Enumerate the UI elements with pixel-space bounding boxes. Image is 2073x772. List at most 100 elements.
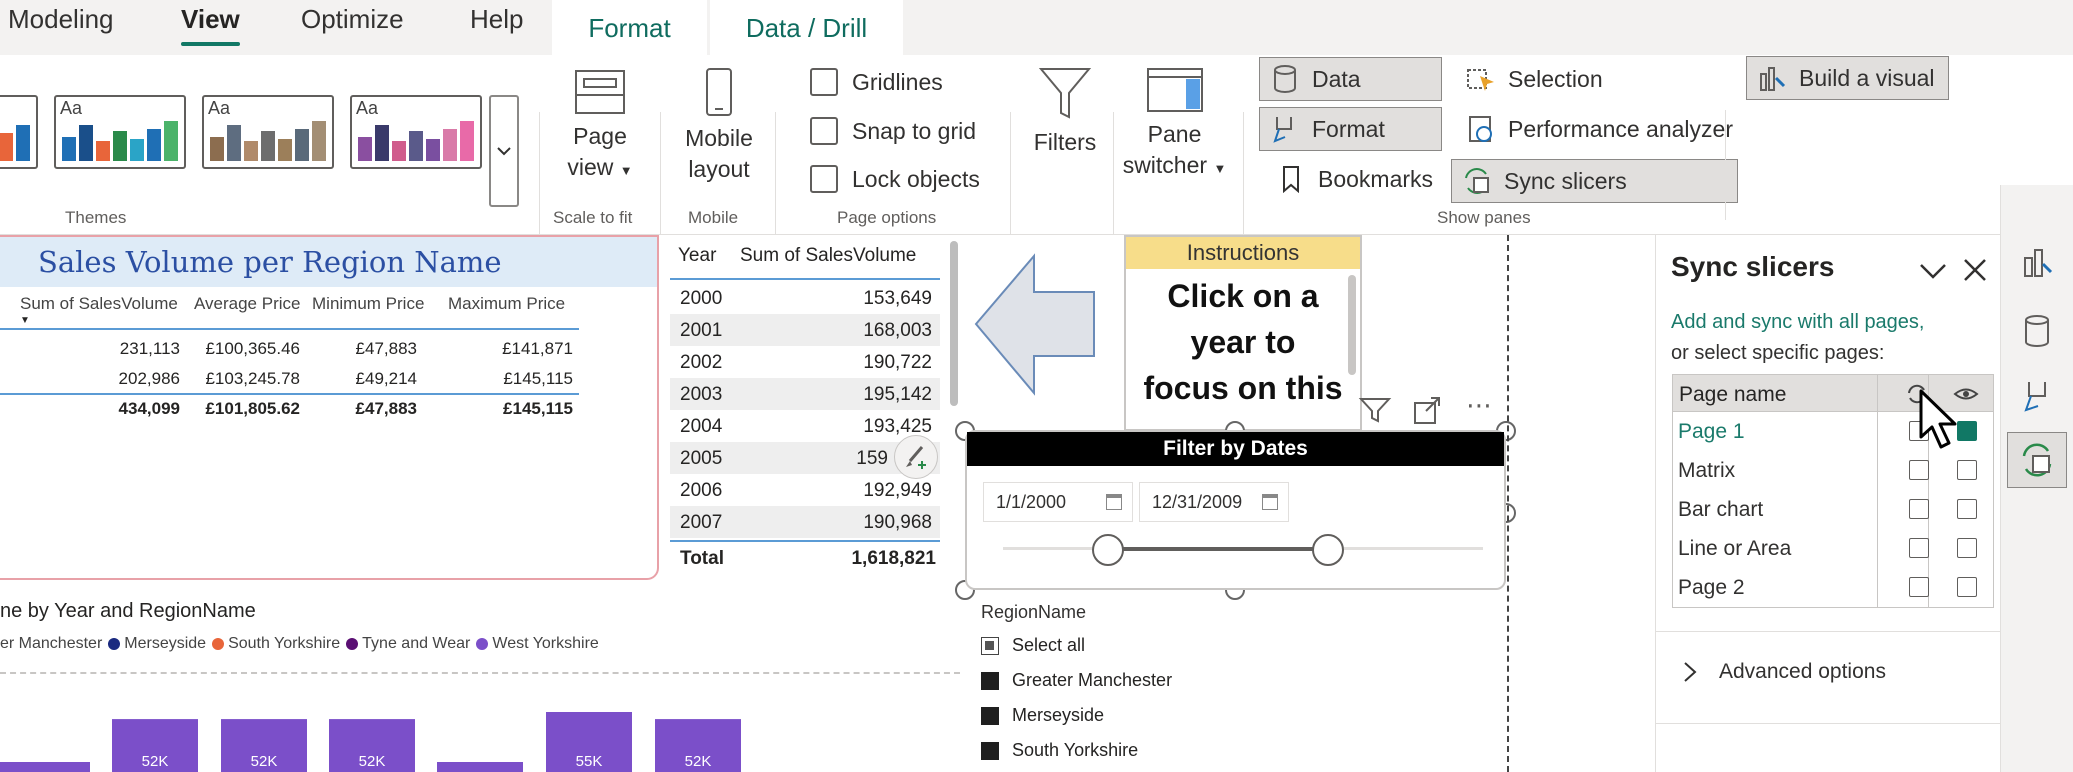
page-name: Page 1 [1678,420,1745,443]
gridlines-checkbox[interactable]: Gridlines [810,68,943,96]
tab-data-drill[interactable]: Data / Drill [710,0,903,56]
left-arrow-shape[interactable] [972,252,1097,397]
table-header-sales[interactable]: Sum of SalesVolume [740,245,916,267]
slicer-option[interactable]: South Yorkshire [981,740,1138,761]
table-scrollbar[interactable] [950,241,958,406]
matrix-visual[interactable]: Sales Volume per Region Name Sum of Sale… [0,235,659,580]
group-label-scale-to-fit: Scale to fit [553,208,633,227]
theme-thumbnail[interactable]: Aa [350,95,482,169]
sync-slicers-pane-button[interactable]: Sync slicers [1451,159,1738,203]
focus-mode-icon[interactable] [1412,395,1442,425]
slicer-option-select-all[interactable]: Select all [981,635,1085,656]
database-icon [1270,64,1300,94]
format-pane-button[interactable]: Format [1259,107,1442,151]
more-options-icon[interactable]: ⋯ [1466,390,1492,421]
page-view-button[interactable]: Page view ▼ [560,67,640,186]
menu-bar: Modeling View Optimize Help Format Data … [0,0,2073,56]
table-row[interactable]: 2007 190,968 [670,506,940,538]
chevron-down-icon[interactable] [1918,261,1948,281]
visible-checkbox[interactable] [1957,538,1977,558]
region-slicer-title: RegionName [981,602,1087,622]
visible-checkbox[interactable] [1957,499,1977,519]
instructions-scrollbar[interactable] [1348,275,1356,375]
tab-modeling[interactable]: Modeling [8,4,114,35]
bar-chart-visual[interactable]: ne by Year and RegionName er Manchester M… [0,590,960,772]
table-row[interactable]: 2000 153,649 [670,282,940,314]
themes-dropdown-button[interactable] [489,95,519,207]
visible-checkbox[interactable] [1957,577,1977,597]
page-name: Line or Area [1678,537,1792,560]
bar-chart-plot: 52K 52K 52K 55K 52K [0,712,741,772]
table-row[interactable]: 2003 195,142 [670,378,940,410]
slicer-option[interactable]: Greater Manchester [981,670,1172,691]
bookmarks-pane-button[interactable]: Bookmarks [1265,157,1448,201]
tab-optimize[interactable]: Optimize [301,4,404,35]
sync-page-row[interactable]: Bar chart [1672,490,1994,528]
sync-page-row[interactable]: Line or Area [1672,529,1994,567]
advanced-options-toggle[interactable]: Advanced options [1681,660,1886,684]
matrix-total-cell: £145,115 [503,399,573,418]
data-pane-button[interactable]: Data [1259,57,1442,101]
slicer-option[interactable]: Merseyside [981,705,1104,726]
mobile-layout-button[interactable]: Mobile layout [674,67,764,185]
sync-slicers-rail-button[interactable] [2007,432,2067,488]
start-date-input[interactable]: 1/1/2000 [983,482,1133,522]
table-row[interactable]: 2006 192,949 [670,474,940,506]
matrix-cell: £49,214 [355,369,417,388]
snap-to-grid-checkbox[interactable]: Snap to grid [810,117,976,145]
performance-analyzer-button[interactable]: Performance analyzer [1455,107,1745,151]
matrix-header[interactable]: Minimum Price [312,294,424,314]
region-slicer[interactable]: RegionName Select all Greater Manchester… [965,590,1506,772]
matrix-title: Sales Volume per Region Name [0,237,657,287]
page-name: Matrix [1678,459,1736,482]
matrix-header[interactable]: Average Price [194,294,300,314]
lock-objects-checkbox[interactable]: Lock objects [810,165,980,193]
data-rail-button[interactable] [2007,303,2067,359]
sync-checkbox[interactable] [1909,577,1929,597]
filters-button[interactable]: Filters [1030,63,1100,158]
tab-view[interactable]: View [181,4,240,46]
table-row[interactable]: 2001 168,003 [670,314,940,346]
matrix-cell: £103,245.78 [205,369,300,388]
tab-help[interactable]: Help [470,4,523,35]
ribbon: Aa Aa Aa Themes Page view ▼ Scale to fit [0,55,2073,277]
pane-description: Add and sync with all pages, or select s… [1671,311,1925,364]
sync-checkbox[interactable] [1909,460,1929,480]
paintbrush-icon [1270,114,1300,144]
bookmark-icon [1276,164,1306,194]
selection-pane-button[interactable]: Selection [1455,57,1655,101]
bar[interactable] [437,762,523,772]
filter-icon[interactable] [1358,395,1392,425]
theme-thumbnail[interactable]: Aa [54,95,186,169]
instructions-card[interactable]: Instructions Click on a year to focus on… [1124,235,1362,431]
build-visual-rail-button[interactable] [2007,235,2067,291]
date-slider-start-handle[interactable] [1092,534,1124,566]
year-table-visual[interactable]: Year Sum of SalesVolume 2000 153,649 2001… [668,235,958,580]
pane-switcher-button[interactable]: Pane switcher ▼ [1122,67,1227,184]
build-visual-button[interactable]: Build a visual [1746,56,1949,100]
format-brush-button[interactable] [894,435,938,479]
table-row[interactable]: 2002 190,722 [670,346,940,378]
format-rail-button[interactable] [2007,369,2067,425]
table-header-year[interactable]: Year [678,245,716,267]
date-slider-end-handle[interactable] [1312,534,1344,566]
table-row[interactable]: 2004 193,425 [670,410,940,442]
date-range-slicer[interactable]: Filter by Dates 1/1/2000 12/31/2009 [965,430,1506,590]
matrix-header[interactable]: Sum of SalesVolume [20,294,178,314]
matrix-header[interactable]: Maximum Price [448,294,565,314]
theme-thumbnail[interactable] [0,95,38,169]
end-date-input[interactable]: 12/31/2009 [1139,482,1289,522]
theme-thumbnail[interactable]: Aa [202,95,334,169]
sync-checkbox[interactable] [1909,538,1929,558]
sync-checkbox[interactable] [1909,499,1929,519]
bar[interactable] [0,762,90,772]
sync-page-row[interactable]: Matrix [1672,451,1994,489]
visible-checkbox[interactable] [1957,460,1977,480]
bar-data-label: 55K [576,753,603,770]
tab-format[interactable]: Format [552,0,707,56]
page-name: Bar chart [1678,498,1764,521]
close-icon[interactable] [1962,257,1988,283]
group-label-page-options: Page options [837,208,937,227]
matrix-cell: 202,986 [118,369,180,388]
sync-page-row[interactable]: Page 2 [1672,568,1994,606]
